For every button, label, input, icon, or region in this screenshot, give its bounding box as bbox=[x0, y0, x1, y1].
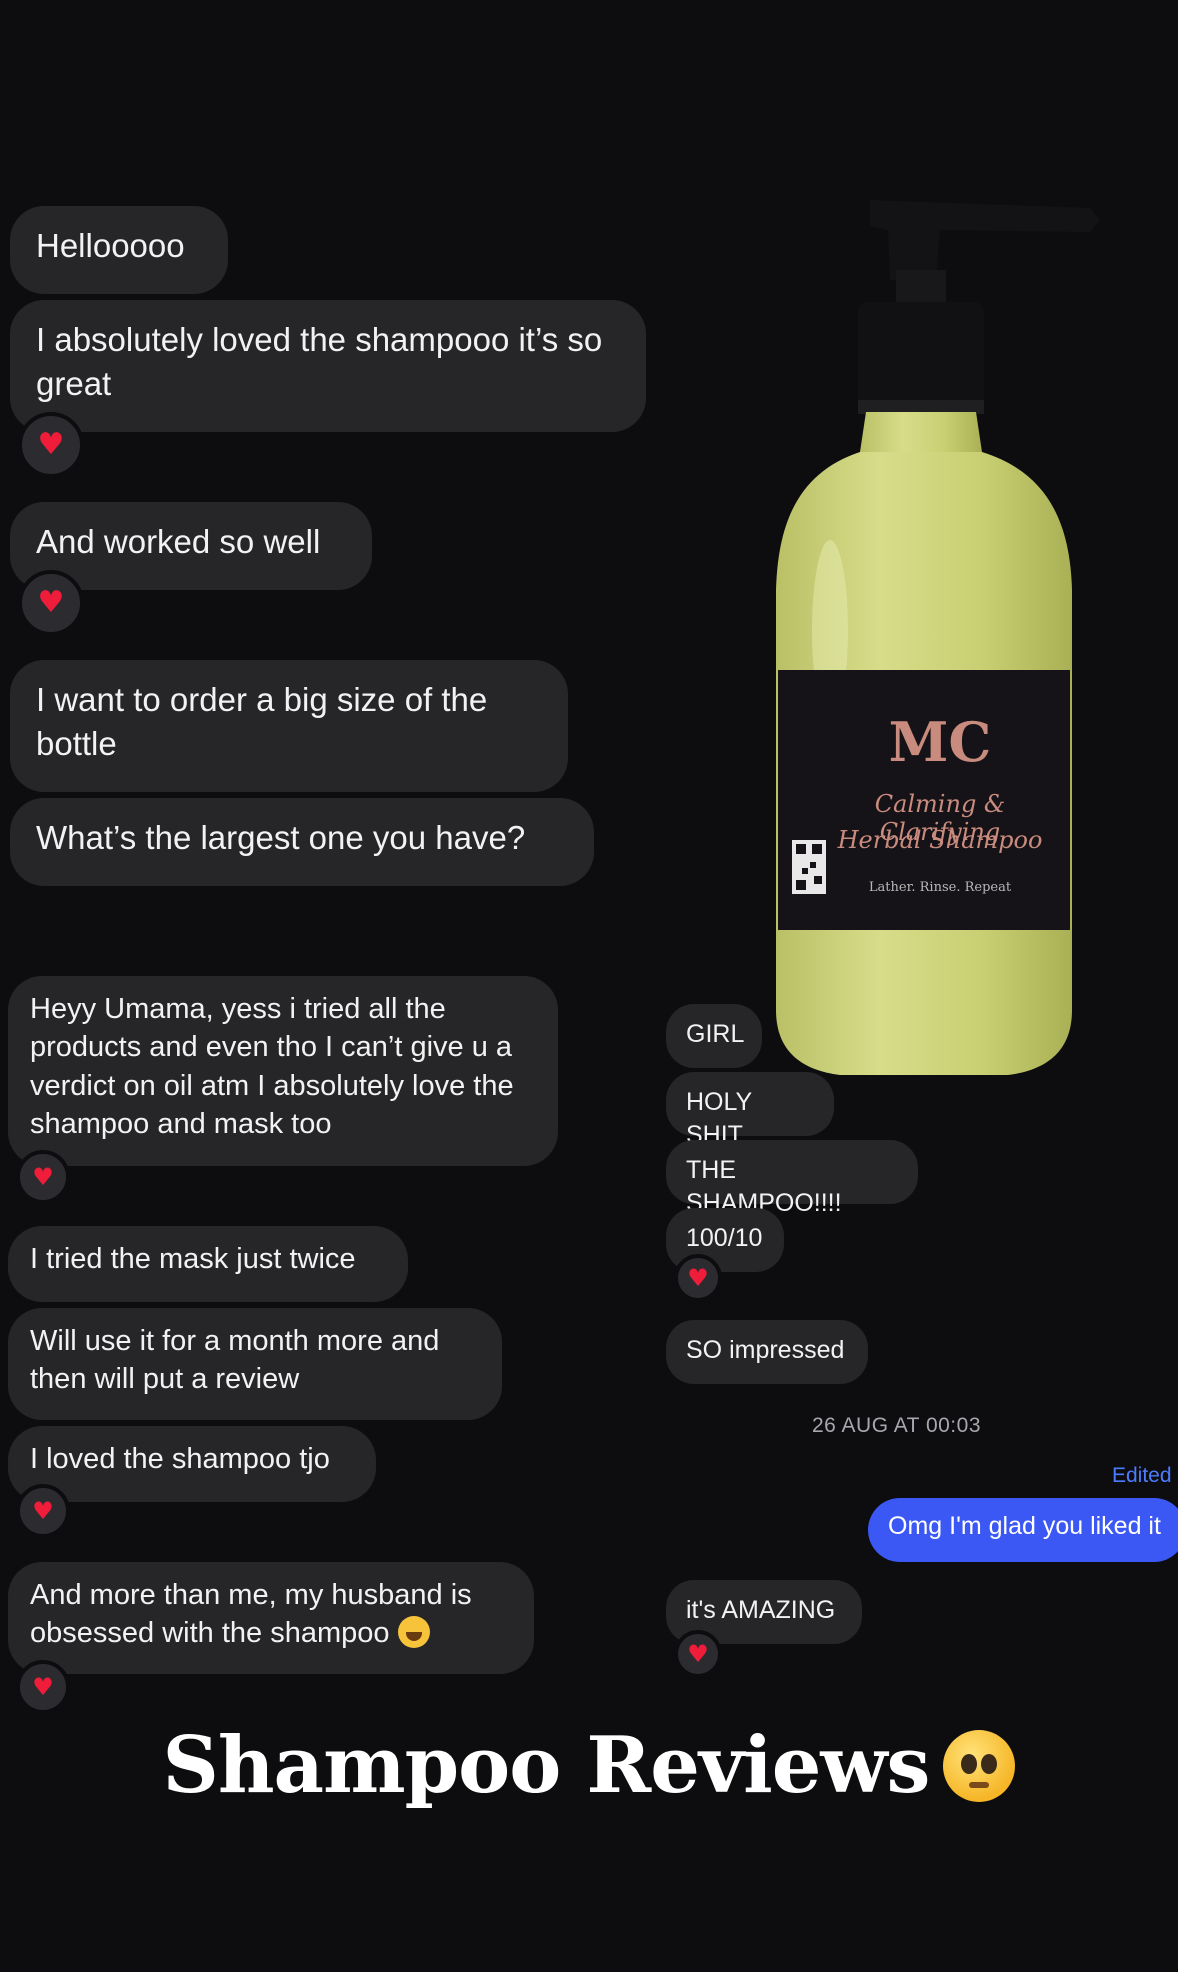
message-bubble: And more than me, my husband is obsessed… bbox=[8, 1562, 534, 1674]
laughing-emoji-icon bbox=[397, 1616, 430, 1649]
heart-icon: ♥ bbox=[687, 1640, 709, 1668]
message-text: What’s the largest one you have? bbox=[36, 819, 526, 856]
reaction-badge[interactable]: ♥ bbox=[16, 1660, 70, 1714]
message-bubble: What’s the largest one you have? bbox=[10, 798, 594, 886]
message-bubble: THE SHAMPOO!!!! bbox=[666, 1140, 918, 1217]
sent-message-bubble: Omg I'm glad you liked it bbox=[868, 1498, 1178, 1562]
message-bubble: I tried the mask just twice bbox=[8, 1226, 408, 1302]
shampoo-bottle-image bbox=[776, 200, 1100, 1075]
heart-icon: ♥ bbox=[37, 427, 65, 462]
message-bubble: I absolutely loved the shampooo it’s so … bbox=[10, 300, 646, 432]
bottle-cap bbox=[858, 302, 984, 412]
message-text: it's AMAZING bbox=[686, 1596, 836, 1624]
reaction-badge[interactable]: ♥ bbox=[18, 412, 84, 478]
message-text: SO impressed bbox=[686, 1336, 845, 1364]
heart-icon: ♥ bbox=[37, 585, 65, 620]
heart-icon: ♥ bbox=[32, 1163, 54, 1191]
overlay-title-text: Shampoo Reviews bbox=[162, 1720, 931, 1811]
reaction-badge[interactable]: ♥ bbox=[674, 1630, 722, 1678]
pump-nozzle bbox=[870, 200, 1100, 280]
message-bubble: SO impressed bbox=[666, 1320, 868, 1384]
message-text: I want to order a big size of the bottle bbox=[36, 681, 488, 762]
message-text: 100/10 bbox=[686, 1224, 763, 1252]
message-bubble: GIRL bbox=[666, 1004, 762, 1068]
message-text: Will use it for a month more and then wi… bbox=[30, 1325, 440, 1396]
message-text: GIRL bbox=[686, 1020, 745, 1048]
message-bubble: Will use it for a month more and then wi… bbox=[8, 1308, 502, 1420]
reaction-badge[interactable]: ♥ bbox=[16, 1150, 70, 1204]
message-text: Hellooooo bbox=[36, 227, 185, 264]
overlay-title: Shampoo Reviews bbox=[0, 1720, 1178, 1811]
heart-icon: ♥ bbox=[687, 1264, 709, 1292]
message-bubble: I want to order a big size of the bottle bbox=[10, 660, 568, 792]
reaction-badge[interactable]: ♥ bbox=[16, 1484, 70, 1538]
message-timestamp: 26 AUG AT 00:03 bbox=[812, 1414, 981, 1437]
bottle-name-line2: Herbal Shampoo bbox=[837, 826, 1043, 854]
reaction-badge[interactable]: ♥ bbox=[674, 1254, 722, 1302]
message-bubble: Hellooooo bbox=[10, 206, 228, 294]
message-text: I absolutely loved the shampooo it’s so … bbox=[36, 321, 603, 402]
heart-icon: ♥ bbox=[32, 1497, 54, 1525]
message-text: Omg I'm glad you liked it bbox=[888, 1512, 1161, 1540]
pleading-face-emoji-icon bbox=[943, 1730, 1016, 1802]
edited-label[interactable]: Edited bbox=[1112, 1464, 1172, 1488]
message-bubble: HOLY SHIT bbox=[666, 1072, 834, 1149]
reaction-badge[interactable]: ♥ bbox=[18, 570, 84, 636]
message-text: Heyy Umama, yess i tried all the product… bbox=[30, 993, 514, 1140]
bottle-tagline: Lather. Rinse. Repeat bbox=[868, 880, 1012, 895]
message-text: And worked so well bbox=[36, 523, 321, 560]
message-text: I tried the mask just twice bbox=[30, 1243, 356, 1275]
message-bubble: Heyy Umama, yess i tried all the product… bbox=[8, 976, 558, 1166]
heart-icon: ♥ bbox=[32, 1673, 54, 1701]
message-text: I loved the shampoo tjo bbox=[30, 1443, 330, 1475]
bottle-brand: MC bbox=[888, 710, 992, 774]
message-bubble: I loved the shampoo tjo bbox=[8, 1426, 376, 1502]
